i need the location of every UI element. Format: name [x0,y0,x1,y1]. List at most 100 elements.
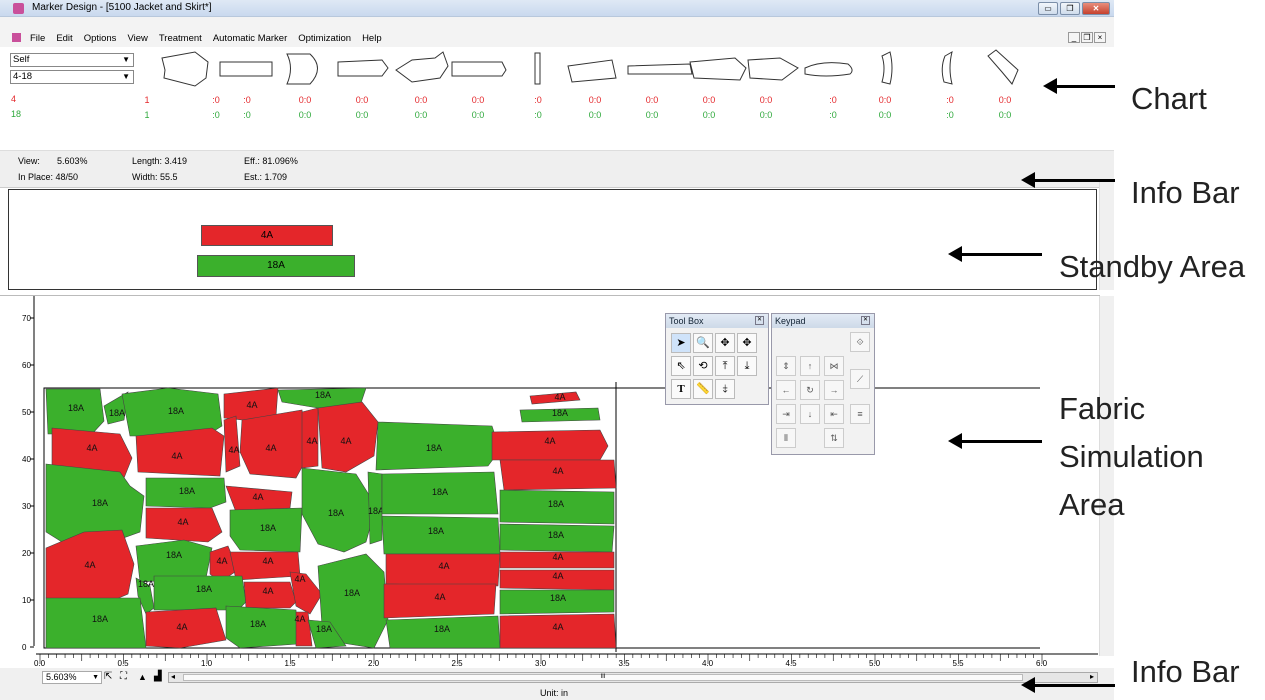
chart-count-cell: 0:0 [414,110,428,120]
arrow-right-icon[interactable]: → [824,380,844,400]
piece-label: 4A [306,436,317,446]
rotate-icon[interactable]: ↻ [800,380,820,400]
bump-right-icon[interactable]: ⇥ [776,404,796,424]
piece-outline [395,51,449,83]
move-horizontal-icon[interactable]: ✥ [715,333,735,353]
standby-piece-4a[interactable]: 4A [201,225,333,246]
flip-icon[interactable]: ⟐ [850,332,870,352]
mdi-close-button[interactable]: × [1094,32,1106,43]
piece-label: 4A [246,400,257,410]
chart-count-cell: 1 [144,95,150,105]
fabric-piece[interactable] [223,415,241,473]
spread-icon[interactable]: ⦀ [776,428,796,448]
piece-label: 4A [176,622,187,632]
piece-label: 18A [250,619,266,629]
text-tool-icon[interactable]: T [671,379,691,399]
mdi-minimize-button[interactable]: _ [1068,32,1080,43]
menu-optimization[interactable]: Optimization [298,33,351,44]
keypad-panel: Keypad ✕ ⟐ ⇕ ↑ ⋈ ⟋ ← ↻ → ⇥ ↓ ⇤ ≡ ⦀ ⇅ [771,313,875,455]
menu-edit[interactable]: Edit [56,33,72,44]
scroll-left-icon[interactable]: ◂ [171,672,175,681]
piece-label: 4A [544,436,555,446]
annotation-arrow [948,433,1042,449]
chart-count-cell: 0:0 [355,110,369,120]
fit-all-icon[interactable]: ⛶ [120,671,127,682]
piece-label: 4A [171,451,182,461]
size-label-18: 18 [11,109,22,119]
maximize-button[interactable]: ❐ [1060,2,1080,15]
annotation-arrow [1043,78,1115,94]
bump-left-icon[interactable]: ⇤ [824,404,844,424]
piece-label: 4A [434,592,445,602]
align-top-icon[interactable]: ≡ [850,404,870,424]
chart-count-cell: :0 [534,95,542,105]
piece-label: 4A [262,586,273,596]
piece-label: 4A [84,560,95,570]
chevron-down-icon: ▼ [122,55,130,64]
chart-mountain-icon[interactable]: ▲ [138,672,147,682]
piece-outline [747,57,799,81]
close-button[interactable]: ✕ [1082,2,1110,15]
menu-treatment[interactable]: Treatment [159,33,202,44]
piece-label: 4A [216,556,227,566]
close-icon[interactable]: ✕ [861,316,870,325]
chart-count-cell: 0:0 [702,95,716,105]
annotation-simulation: Simulation [1059,439,1204,474]
piece-label: 4A [552,571,563,581]
chart-count-cell: 0:0 [702,110,716,120]
menu-view[interactable]: View [127,33,147,44]
fit-width-icon[interactable]: ⇱ [104,671,112,682]
x-tick-label: 4.0 [702,659,714,668]
mdi-restore-button[interactable]: ❐ [1081,32,1093,43]
align-icon[interactable]: ⤈ [715,379,735,399]
collapse-horizontal-icon[interactable]: ⋈ [824,356,844,376]
piece-label: 18A [426,443,442,453]
push-up-icon[interactable]: ⤒ [715,356,735,376]
piece-label: 18A [68,403,84,413]
menu-file[interactable]: File [30,33,45,44]
standby-piece-18a[interactable]: 18A [197,255,355,277]
menu-help[interactable]: Help [362,33,382,44]
move-all-icon[interactable]: ✥ [737,333,757,353]
size-range-select[interactable]: 4-18 ▼ [10,70,134,84]
piece-label: 4A [552,466,563,476]
view-label: View: [18,156,40,166]
annotation-chart: Chart [1131,81,1207,116]
arrow-down-icon[interactable]: ↓ [800,404,820,424]
toolbox-panel: Tool Box ✕ ➤ 🔍 ✥ ✥ ⇖ ⟲ ⤒ ⤓ T 📏 ⤈ [665,313,769,405]
chart-count-cell: 0:0 [645,110,659,120]
ruler-icon[interactable]: 📏 [693,379,713,399]
zoom-select[interactable]: 5.603% ▼ [42,671,102,684]
piece-outline [881,51,893,85]
rotate-piece-icon[interactable]: ⟲ [693,356,713,376]
piece-outline-chart [161,49,1019,87]
x-tick-label: 4.5 [786,659,798,668]
arrow-up-icon[interactable]: ↑ [800,356,820,376]
pointer-icon[interactable]: ⇖ [671,356,691,376]
minimize-button[interactable]: ▭ [1038,2,1058,15]
piece-label: 18A [196,584,212,594]
chart-count-cell: :0 [212,110,220,120]
zoom-icon[interactable]: 🔍 [693,333,713,353]
x-tick-label: 5.0 [869,659,881,668]
split-icon[interactable]: ⇅ [824,428,844,448]
fabric-simulation-area: 18A 18A 18A 4A 18A 4A 4A 4A 4A 4A 4A 18A 4A 4A 4A 18A 18… [22,296,1098,668]
menu-automatic-marker[interactable]: Automatic Marker [213,33,287,44]
collapse-vertical-icon[interactable]: ⇕ [776,356,796,376]
tilt-icon[interactable]: ⟋ [850,369,870,389]
piece-label: 4A [86,443,97,453]
view-mode-select[interactable]: Self ▼ [10,53,134,67]
scroll-right-icon[interactable]: ▸ [1090,672,1094,681]
menu-options[interactable]: Options [84,33,117,44]
scroll-thumb[interactable]: III [183,674,1023,681]
horizontal-scrollbar[interactable]: ◂ III ▸ [168,672,1098,683]
close-icon[interactable]: ✕ [755,316,764,325]
piece-outline [987,49,1019,85]
select-arrow-icon[interactable]: ➤ [671,333,691,353]
arrow-left-icon[interactable]: ← [776,380,796,400]
chart-count-cell: :0 [243,95,251,105]
push-down-icon[interactable]: ⤓ [737,356,757,376]
piece-label: 18A [315,390,331,400]
piece-label: 4A [252,492,263,502]
chart-filled-icon[interactable]: ▟ [154,671,162,682]
